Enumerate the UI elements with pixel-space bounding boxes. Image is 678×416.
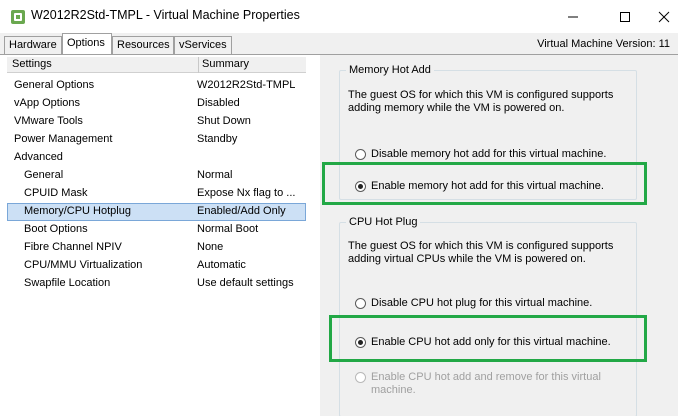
row-summary: Enabled/Add Only: [197, 205, 286, 217]
column-header-summary[interactable]: Summary: [202, 58, 249, 70]
disable-memory-hot-add-label: Disable memory hot add for this virtual …: [371, 148, 607, 160]
vm-version-label: Virtual Machine Version: 11: [537, 38, 670, 50]
list-row-swapfile-location[interactable]: Swapfile Location Use default settings: [7, 275, 306, 293]
list-row-memory-cpu-hotplug[interactable]: Memory/CPU Hotplug Enabled/Add Only: [7, 203, 306, 221]
row-name: VMware Tools: [14, 115, 83, 127]
column-divider[interactable]: [198, 57, 199, 73]
row-name: Boot Options: [24, 223, 88, 235]
close-icon: [658, 11, 670, 22]
cpu-option-highlight: [329, 315, 647, 362]
row-name: Fibre Channel NPIV: [24, 241, 122, 253]
disable-memory-hot-add-option[interactable]: Disable memory hot add for this virtual …: [355, 148, 625, 162]
row-name: Memory/CPU Hotplug: [24, 205, 131, 217]
detail-pane: Memory Hot Add The guest OS for which th…: [320, 55, 678, 416]
list-row-vmware-tools[interactable]: VMware Tools Shut Down: [7, 113, 306, 131]
row-summary: Disabled: [197, 97, 240, 109]
settings-list[interactable]: Settings Summary General Options W2012R2…: [7, 57, 306, 416]
tab-vservices[interactable]: vServices: [174, 36, 232, 54]
enable-cpu-hot-add-remove-label: Enable CPU hot add and remove for this v…: [371, 371, 601, 396]
maximize-button[interactable]: [602, 0, 648, 33]
row-name: CPU/MMU Virtualization: [24, 259, 143, 271]
close-button[interactable]: [650, 0, 678, 33]
row-summary: Normal: [197, 169, 233, 181]
list-header: Settings Summary: [7, 57, 306, 73]
list-row-boot-options[interactable]: Boot Options Normal Boot: [7, 221, 306, 239]
list-row-cpu-mmu-virtualization[interactable]: CPU/MMU Virtualization Automatic: [7, 257, 306, 275]
row-summary: Use default settings: [197, 277, 294, 289]
row-name: CPUID Mask: [24, 187, 88, 199]
cpu-hot-plug-description: The guest OS for which this VM is config…: [348, 240, 614, 265]
minimize-icon: [568, 16, 578, 17]
radio-enable-cpu-hot-add-remove: [355, 372, 366, 383]
row-name: General Options: [14, 79, 95, 91]
row-summary: Automatic: [197, 259, 246, 271]
tab-options[interactable]: Options: [62, 33, 112, 54]
tab-resources[interactable]: Resources: [112, 36, 174, 54]
disable-cpu-hot-plug-option[interactable]: Disable CPU hot plug for this virtual ma…: [355, 297, 625, 311]
tab-hardware[interactable]: Hardware: [4, 36, 62, 54]
title-bar: W2012R2Std-TMPL - Virtual Machine Proper…: [0, 0, 678, 33]
list-row-general-options[interactable]: General Options W2012R2Std-TMPL: [7, 77, 306, 95]
row-summary: Normal Boot: [197, 223, 259, 235]
radio-disable-memory-hot-add[interactable]: [355, 149, 366, 160]
minimize-button[interactable]: [550, 0, 596, 33]
options-panel: Settings Summary General Options W2012R2…: [0, 54, 678, 416]
row-name: Swapfile Location: [24, 277, 111, 289]
row-summary: Expose Nx flag to ...: [197, 187, 296, 199]
tab-strip: Hardware Options Resources vServices Vir…: [0, 33, 678, 54]
row-name: vApp Options: [14, 97, 81, 109]
maximize-icon: [620, 11, 630, 22]
list-row-cpuid-mask[interactable]: CPUID Mask Expose Nx flag to ...: [7, 185, 306, 203]
vm-app-icon: [10, 9, 26, 25]
disable-cpu-hot-plug-label: Disable CPU hot plug for this virtual ma…: [371, 297, 593, 309]
list-row-vapp-options[interactable]: vApp Options Disabled: [7, 95, 306, 113]
window-title: W2012R2Std-TMPL - Virtual Machine Proper…: [31, 8, 300, 22]
column-header-settings[interactable]: Settings: [12, 58, 52, 70]
row-name: Power Management: [14, 133, 113, 145]
row-summary: W2012R2Std-TMPL: [197, 79, 296, 91]
row-summary: None: [197, 241, 224, 253]
radio-disable-cpu-hot-plug[interactable]: [355, 298, 366, 309]
list-row-fibre-channel-npiv[interactable]: Fibre Channel NPIV None: [7, 239, 306, 257]
row-name: General: [24, 169, 64, 181]
list-row-advanced[interactable]: Advanced: [7, 149, 306, 167]
cpu-hot-plug-title: CPU Hot Plug: [346, 216, 421, 228]
enable-cpu-hot-add-remove-option: Enable CPU hot add and remove for this v…: [355, 371, 625, 399]
row-summary: Shut Down: [197, 115, 251, 127]
list-row-general[interactable]: General Normal: [7, 167, 306, 185]
row-summary: Standby: [197, 133, 238, 145]
row-name: Advanced: [14, 151, 63, 163]
memory-hot-add-description: The guest OS for which this VM is config…: [348, 89, 614, 114]
memory-option-highlight: [322, 162, 647, 205]
list-row-power-management[interactable]: Power Management Standby: [7, 131, 306, 149]
memory-hot-add-title: Memory Hot Add: [346, 64, 434, 76]
